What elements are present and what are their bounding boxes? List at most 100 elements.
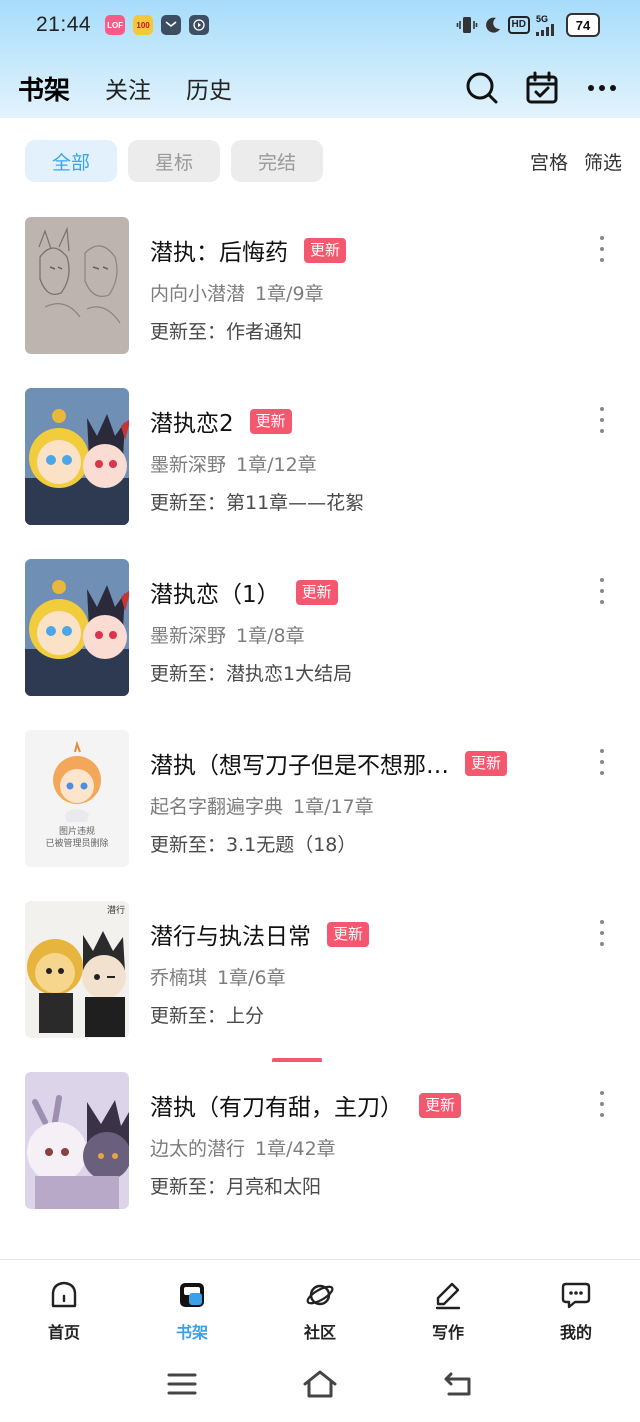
book-item[interactable]: 潜执恋2 更新 墨新深野 1章/12章 更新至：第11章——花絮 <box>0 371 640 541</box>
moon-icon <box>484 16 502 34</box>
update-badge: 更新 <box>304 237 347 263</box>
book-progress: 1章/42章 <box>255 1138 336 1160</box>
bottom-nav-label: 写作 <box>431 1323 464 1342</box>
book-latest-update: 更新至：月亮和太阳 <box>150 1176 322 1198</box>
book-latest-update: 更新至：作者通知 <box>150 321 303 343</box>
book-more-icon[interactable] <box>592 576 612 606</box>
book-more-icon[interactable] <box>592 918 612 948</box>
back-icon[interactable] <box>443 1371 473 1401</box>
book-cover <box>25 388 129 525</box>
hundred-app-icon: 100 <box>133 15 154 35</box>
book-more-icon[interactable] <box>592 1089 612 1119</box>
calendar-checkin-icon[interactable] <box>522 68 562 108</box>
update-badge: 更新 <box>327 921 370 947</box>
filter-row: 全部 星标 完结 宫格 筛选 <box>0 138 640 184</box>
tab-following[interactable]: 关注 <box>105 71 151 105</box>
filter-chip-starred[interactable]: 星标 <box>128 140 220 182</box>
book-cover: 图片违规 已被管理员删除 <box>25 730 129 867</box>
status-bar: 21:44 LOF 100 HD 5G 74 <box>0 0 640 50</box>
book-author: 边太的潜行 <box>150 1138 246 1160</box>
book-more-icon[interactable] <box>592 405 612 435</box>
book-title: 潜执：后悔药 <box>150 240 288 266</box>
book-meta: 墨新深野 1章/8章 <box>150 621 305 648</box>
system-nav-bar <box>0 1349 640 1422</box>
book-meta: 墨新深野 1章/12章 <box>150 450 317 477</box>
bottom-nav-label: 社区 <box>303 1323 336 1342</box>
book-item[interactable]: 潜执（有刀有甜，主刀） 更新 边太的潜行 1章/42章 更新至：月亮和太阳 <box>0 1055 640 1225</box>
home-icon <box>49 1280 79 1314</box>
book-item[interactable]: 图片违规 已被管理员删除 潜执（想写刀子但是不想那… 更新 起名字翻遍字典 1章/… <box>0 713 640 883</box>
bottom-nav-write[interactable]: 写作 <box>384 1260 512 1349</box>
book-item[interactable]: 潜执恋（1） 更新 墨新深野 1章/8章 更新至：潜执恋1大结局 <box>0 542 640 712</box>
book-latest-update: 更新至：上分 <box>150 1005 265 1027</box>
book-title: 潜执恋2 <box>150 411 234 437</box>
book-author: 乔楠琪 <box>150 967 208 989</box>
tab-bookshelf[interactable]: 书架 <box>18 70 70 107</box>
book-author: 起名字翻遍字典 <box>150 796 284 818</box>
more-menu-icon[interactable] <box>582 68 622 108</box>
tab-history[interactable]: 历史 <box>186 71 232 105</box>
bottom-nav-community[interactable]: 社区 <box>256 1260 384 1349</box>
bottom-nav-home[interactable]: 首页 <box>0 1260 128 1349</box>
book-progress: 1章/17章 <box>293 796 374 818</box>
book-item[interactable]: 潜行 潜行与执法日常 更新 乔楠琪 1章/6章 更新至：上分 <box>0 884 640 1054</box>
filter-button[interactable]: 筛选 <box>584 148 622 175</box>
book-latest-update: 更新至：第11章——花絮 <box>150 492 365 514</box>
book-item[interactable]: 潜执：后悔药 更新 内向小潜潜 1章/9章 更新至：作者通知 <box>0 200 640 370</box>
recents-icon[interactable] <box>167 1372 197 1400</box>
lofter-app-icon: LOF <box>105 15 126 35</box>
book-cover <box>25 217 129 354</box>
status-app-icons: LOF 100 <box>105 15 210 35</box>
bottom-nav: 首页 书架 社区 写作 我的 <box>0 1259 640 1349</box>
book-progress: 1章/9章 <box>255 283 324 305</box>
book-meta: 起名字翻遍字典 1章/17章 <box>150 792 374 819</box>
book-progress: 1章/6章 <box>217 967 286 989</box>
status-indicators: HD 5G 74 <box>456 13 600 37</box>
book-cover <box>25 1072 129 1209</box>
book-title: 潜执（有刀有甜，主刀） <box>150 1095 403 1121</box>
planet-icon <box>305 1280 335 1314</box>
cover-corner-text: 潜行 <box>106 906 125 916</box>
book-progress: 1章/8章 <box>236 625 305 647</box>
signal-icon: 5G <box>536 13 560 36</box>
update-badge: 更新 <box>249 408 292 434</box>
update-badge: 更新 <box>465 750 508 776</box>
status-time: 21:44 <box>36 13 92 36</box>
view-options: 宫格 筛选 <box>530 148 622 175</box>
next-item-badge-peek <box>272 1058 322 1062</box>
book-more-icon[interactable] <box>592 234 612 264</box>
book-progress: 1章/12章 <box>236 454 317 476</box>
book-meta: 边太的潜行 1章/42章 <box>150 1134 336 1161</box>
deleted-image-notice: 图片违规 已被管理员删除 <box>45 827 109 849</box>
bottom-nav-label: 首页 <box>47 1323 80 1342</box>
book-cover <box>25 559 129 696</box>
system-home-icon[interactable] <box>302 1369 338 1403</box>
vibrate-icon <box>456 15 478 35</box>
book-title: 潜执（想写刀子但是不想那… <box>150 753 449 779</box>
battery-indicator: 74 <box>566 13 600 37</box>
grid-view-button[interactable]: 宫格 <box>530 148 568 175</box>
book-cover: 潜行 <box>25 901 129 1038</box>
filter-chip-completed[interactable]: 完结 <box>231 140 323 182</box>
book-author: 墨新深野 <box>150 625 227 647</box>
bottom-nav-profile[interactable]: 我的 <box>512 1260 640 1349</box>
top-nav: 书架 关注 历史 <box>0 60 640 116</box>
book-meta: 内向小潜潜 1章/9章 <box>150 279 324 306</box>
book-latest-update: 更新至：3.1无题（18） <box>150 834 357 856</box>
bottom-nav-label: 书架 <box>175 1323 208 1342</box>
bottom-nav-bookshelf[interactable]: 书架 <box>128 1260 256 1349</box>
search-icon[interactable] <box>462 68 502 108</box>
mail-app-icon <box>161 15 182 35</box>
filter-chip-all[interactable]: 全部 <box>25 140 117 182</box>
book-author: 内向小潜潜 <box>150 283 246 305</box>
book-author: 墨新深野 <box>150 454 227 476</box>
book-latest-update: 更新至：潜执恋1大结局 <box>150 663 353 685</box>
play-app-icon <box>189 15 210 35</box>
update-badge: 更新 <box>295 579 338 605</box>
bookshelf-icon <box>177 1280 207 1314</box>
network-type: 5G <box>536 13 549 24</box>
hd-indicator: HD <box>507 16 530 34</box>
book-title: 潜执恋（1） <box>150 582 280 608</box>
book-more-icon[interactable] <box>592 747 612 777</box>
pen-icon <box>433 1280 463 1314</box>
